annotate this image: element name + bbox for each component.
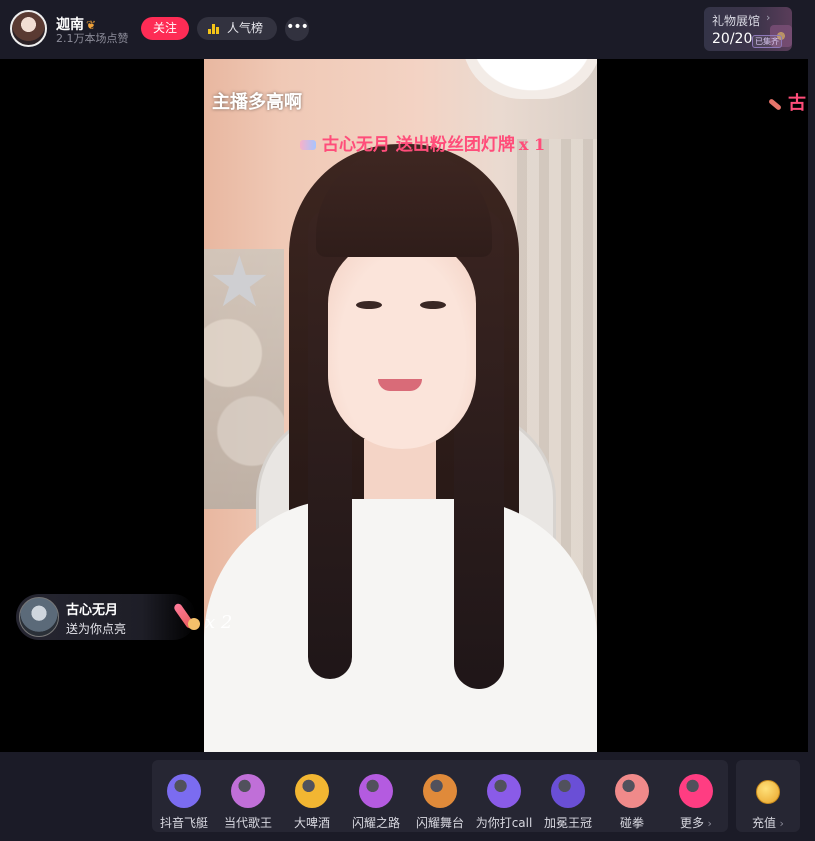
live-room: 迦南 ❦ 2.1万本场点赞 关注 人气榜 ••• 礼物展馆 › 20/20 已集齐… — [0, 0, 815, 841]
live-video[interactable]: ★ — [204, 59, 597, 752]
host-likes: 2.1万本场点赞 — [56, 32, 129, 45]
edge-banner-text: 古 — [788, 93, 806, 114]
gift-item-call[interactable]: 为你打call — [472, 760, 536, 832]
scrollbar[interactable] — [808, 59, 815, 752]
more-gifts-button[interactable]: 更多 › — [664, 760, 728, 832]
sweater — [204, 499, 597, 752]
beer-icon — [295, 774, 329, 808]
gift-combo-count: x 2 — [205, 612, 233, 633]
rank-label: 人气榜 — [227, 21, 264, 35]
chevron-right-icon: › — [776, 817, 784, 830]
lamp — [462, 59, 597, 99]
gift-hall-badge: 已集齐 — [752, 35, 782, 48]
gift-label: 为你打call — [475, 816, 533, 830]
gift-hall-button[interactable]: 礼物展馆 › 20/20 已集齐 — [704, 7, 792, 51]
gift-hall-label: 礼物展馆 — [712, 14, 761, 28]
host-avatar[interactable] — [10, 10, 47, 47]
road-icon — [359, 774, 393, 808]
edge-gift-banner: 古 — [768, 89, 808, 115]
gift-item-airship[interactable]: 抖音飞艇 — [152, 760, 216, 832]
eye — [420, 301, 446, 309]
face — [328, 239, 476, 449]
mouth — [378, 379, 422, 391]
stage-icon — [423, 774, 457, 808]
gift-label: 当代歌王 — [223, 816, 272, 830]
avatar[interactable] — [19, 597, 59, 637]
glow-stick-icon — [172, 602, 202, 630]
gift-item-road[interactable]: 闪耀之路 — [344, 760, 408, 832]
gift-popup: 古心无月 送为你点亮 — [16, 594, 200, 640]
chevron-right-icon: › — [704, 817, 712, 830]
gift-label: 加冕王冠 — [543, 816, 592, 830]
gift-label: 大啤酒 — [293, 816, 330, 830]
coin-icon — [756, 780, 780, 804]
gift-label: 闪耀舞台 — [415, 816, 464, 830]
chevron-right-icon: › — [766, 11, 771, 24]
gift-item-singer[interactable]: 当代歌王 — [216, 760, 280, 832]
gift-item-beer[interactable]: 大啤酒 — [280, 760, 344, 832]
gift-popup-text: 送为你点亮 — [66, 622, 127, 636]
gift-banner-user: 古心无月 — [322, 135, 390, 155]
eye — [356, 301, 382, 309]
gift-popup-user[interactable]: 古心无月 — [66, 599, 118, 618]
gift-item-fist[interactable]: 碰拳 — [600, 760, 664, 832]
gift-item-stage[interactable]: 闪耀舞台 — [408, 760, 472, 832]
more-dots-icon[interactable]: ••• — [285, 17, 309, 41]
recharge-button[interactable]: 充值 › — [736, 760, 800, 832]
stream-caption: 主播多高啊 — [212, 92, 302, 113]
fan-badge-icon — [300, 140, 316, 150]
call-icon — [487, 774, 521, 808]
gift-label: 更多 › — [680, 816, 712, 830]
gift-label: 闪耀之路 — [351, 816, 400, 830]
follow-button[interactable]: 关注 — [141, 17, 189, 40]
gift-bar: 抖音飞艇 当代歌王 大啤酒 闪耀之路 闪耀舞台 为你打call 加冕王冠 碰拳 … — [0, 752, 815, 841]
recharge-label: 充值 › — [752, 816, 784, 830]
top-bar: 迦南 ❦ 2.1万本场点赞 关注 人气榜 ••• 礼物展馆 › 20/20 已集齐 — [0, 0, 815, 59]
gift-hall-count: 20/20 — [712, 31, 753, 47]
gift-list: 抖音飞艇 当代歌王 大啤酒 闪耀之路 闪耀舞台 为你打call 加冕王冠 碰拳 … — [152, 760, 728, 832]
crown-icon — [551, 774, 585, 808]
glow-stick-icon — [768, 97, 782, 111]
gift-box-icon — [679, 774, 713, 808]
stream-stage[interactable]: ★ 主播多高啊 古心无月 送出粉丝团灯牌 x 1 古 古心无月 送为你点亮 x … — [0, 59, 808, 752]
gift-label: 抖音飞艇 — [159, 816, 208, 830]
gift-banner: 古心无月 送出粉丝团灯牌 x 1 — [300, 130, 545, 155]
gift-banner-count: x 1 — [518, 135, 546, 154]
star-ornament-icon: ★ — [208, 241, 271, 323]
airship-icon — [167, 774, 201, 808]
bar-chart-icon — [208, 24, 220, 34]
gift-item-crown[interactable]: 加冕王冠 — [536, 760, 600, 832]
fist-icon — [615, 774, 649, 808]
gift-banner-text: 送出粉丝团灯牌 — [395, 135, 515, 155]
gift-label: 碰拳 — [619, 816, 644, 830]
popularity-rank-button[interactable]: 人气榜 — [197, 17, 277, 40]
singer-icon — [231, 774, 265, 808]
